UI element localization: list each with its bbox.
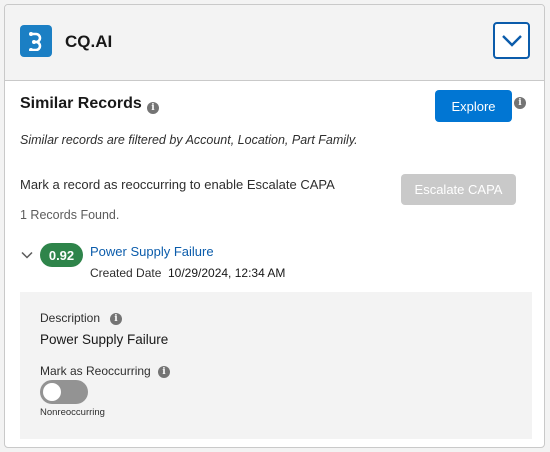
record-link[interactable]: Power Supply Failure (90, 244, 214, 259)
description-value: Power Supply Failure (40, 332, 169, 347)
info-icon[interactable]: i (147, 102, 159, 114)
app-title: CQ.AI (65, 32, 113, 51)
created-date-label: Created Date (90, 266, 162, 280)
chevron-down-icon (501, 34, 522, 47)
reoccurring-state-text: Nonreoccurring (40, 407, 105, 418)
filter-note: Similar records are filtered by Account,… (20, 133, 358, 147)
chevron-down-icon[interactable] (21, 251, 33, 260)
toggle-knob (43, 383, 61, 401)
cq-ai-card: CQ.AI Similar Records i Explore i Simila… (4, 4, 545, 448)
escalate-capa-button[interactable]: Escalate CAPA (401, 174, 516, 205)
card-header: CQ.AI (5, 5, 544, 81)
info-icon[interactable]: i (514, 97, 526, 109)
records-found-count: 1 Records Found. (20, 208, 120, 222)
record-detail-panel: Description i Power Supply Failure Mark … (20, 292, 532, 439)
info-icon[interactable]: i (110, 313, 122, 325)
mark-reoccurring-note: Mark a record as reoccurring to enable E… (20, 177, 335, 192)
info-icon[interactable]: i (158, 366, 170, 378)
similarity-score-badge: 0.92 (40, 243, 83, 267)
section-title: Similar Records (20, 95, 142, 112)
cq-ai-logo-icon (20, 25, 52, 57)
collapse-button[interactable] (493, 22, 530, 59)
reoccurring-toggle[interactable] (40, 380, 88, 404)
description-label: Description (40, 311, 101, 325)
mark-reoccurring-label: Mark as Reoccurring (40, 364, 151, 378)
created-date-value: 10/29/2024, 12:34 AM (168, 266, 286, 280)
explore-button[interactable]: Explore (435, 90, 512, 122)
